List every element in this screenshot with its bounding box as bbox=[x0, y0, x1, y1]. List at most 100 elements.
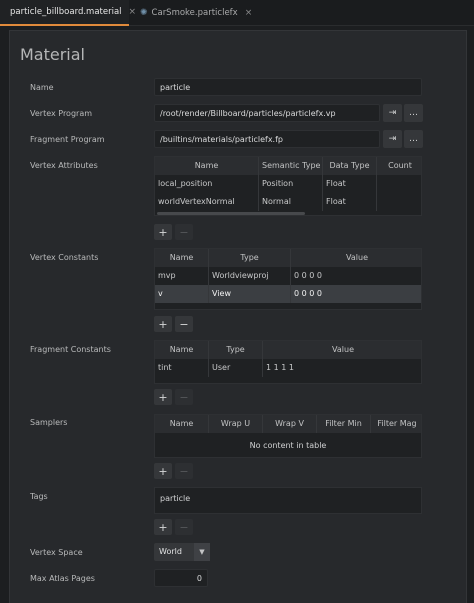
remove-vertex-attribute-button[interactable]: − bbox=[175, 224, 193, 240]
cell-semantic-type: Normal bbox=[259, 193, 323, 211]
jump-to-fragment-program-button[interactable]: ⇥ bbox=[383, 130, 402, 148]
vertex-space-label: Vertex Space bbox=[30, 548, 83, 557]
vertex-constants-table: Name Type Value mvp Worldviewproj 0 0 0 … bbox=[154, 248, 422, 310]
table-row[interactable]: mvp Worldviewproj 0 0 0 0 bbox=[155, 267, 421, 285]
close-icon[interactable]: × bbox=[245, 8, 253, 18]
plus-icon: + bbox=[158, 390, 168, 404]
table-row[interactable]: local_position Position Float bbox=[155, 175, 421, 193]
minus-icon: − bbox=[179, 390, 189, 404]
samplers-label: Samplers bbox=[30, 418, 68, 427]
vertex-attributes-table: Name Semantic Type Data Type Count local… bbox=[154, 156, 422, 216]
add-vertex-attribute-button[interactable]: + bbox=[154, 224, 172, 240]
name-label: Name bbox=[30, 83, 54, 92]
vertex-constants-label: Vertex Constants bbox=[30, 253, 99, 262]
cell-type: Worldviewproj bbox=[209, 267, 291, 285]
table-header: Name Type Value bbox=[155, 341, 421, 359]
jump-icon: ⇥ bbox=[388, 134, 397, 144]
fragment-constants-label: Fragment Constants bbox=[30, 345, 111, 354]
jump-to-vertex-program-button[interactable]: ⇥ bbox=[383, 104, 402, 122]
table-header: Name Wrap U Wrap V Filter Min Filter Mag bbox=[155, 415, 421, 433]
tab-label: CarSmoke.particlefx bbox=[151, 8, 238, 18]
cell-value: 0 0 0 0 bbox=[294, 289, 322, 298]
vertex-attributes-label: Vertex Attributes bbox=[30, 161, 98, 170]
ellipsis-icon: … bbox=[409, 134, 418, 144]
column-header-wrap-v[interactable]: Wrap V bbox=[263, 415, 317, 433]
column-header-name[interactable]: Name bbox=[155, 157, 259, 175]
column-header-filter-min[interactable]: Filter Min bbox=[317, 415, 371, 433]
column-header-value[interactable]: Value bbox=[263, 341, 423, 359]
vertex-space-select[interactable]: World ▼ bbox=[154, 543, 210, 561]
tab-carsmoke-particlefx[interactable]: ✺ CarSmoke.particlefx × bbox=[134, 0, 252, 26]
table-header: Name Semantic Type Data Type Count bbox=[155, 157, 421, 175]
cell-name: mvp bbox=[155, 267, 209, 285]
remove-vertex-constant-button[interactable]: − bbox=[175, 316, 193, 332]
minus-icon: − bbox=[179, 464, 189, 478]
fragment-program-field[interactable]: /builtins/materials/particlefx.fp bbox=[154, 130, 380, 148]
tags-list: particle bbox=[154, 487, 422, 514]
cell-value: 0 0 0 0 bbox=[294, 271, 322, 280]
minus-icon: − bbox=[179, 225, 189, 239]
cell-data-type: Float bbox=[323, 193, 377, 211]
empty-table-message: No content in table bbox=[249, 441, 327, 450]
samplers-table: Name Wrap U Wrap V Filter Min Filter Mag… bbox=[154, 414, 422, 458]
table-header: Name Type Value bbox=[155, 249, 421, 267]
cell-semantic-type: Position bbox=[259, 175, 323, 193]
vertex-program-field[interactable]: /root/render/Billboard/particles/particl… bbox=[154, 104, 380, 122]
remove-tag-button[interactable]: − bbox=[175, 519, 193, 535]
minus-icon: − bbox=[179, 520, 189, 534]
fragment-program-label: Fragment Program bbox=[30, 135, 105, 144]
column-header-value[interactable]: Value bbox=[291, 249, 423, 267]
add-tag-button[interactable]: + bbox=[154, 519, 172, 535]
material-panel: Material Name particle Vertex Program /r… bbox=[9, 30, 467, 603]
page-title: Material bbox=[20, 45, 85, 64]
cell-count bbox=[377, 193, 423, 211]
tags-label: Tags bbox=[30, 492, 48, 501]
chevron-down-icon: ▼ bbox=[194, 543, 210, 561]
cell-value: 1 1 1 1 bbox=[266, 363, 294, 372]
browse-vertex-program-button[interactable]: … bbox=[404, 104, 423, 122]
list-item[interactable]: particle bbox=[160, 494, 190, 503]
tab-label: particle_billboard.material bbox=[10, 7, 122, 17]
browse-fragment-program-button[interactable]: … bbox=[404, 130, 423, 148]
cell-type: User bbox=[209, 359, 263, 377]
cell-name: local_position bbox=[155, 175, 259, 193]
column-header-type[interactable]: Type bbox=[209, 341, 263, 359]
column-header-type[interactable]: Type bbox=[209, 249, 291, 267]
plus-icon: + bbox=[158, 317, 168, 331]
particlefx-icon: ✺ bbox=[140, 8, 148, 18]
column-header-wrap-u[interactable]: Wrap U bbox=[209, 415, 263, 433]
column-header-name[interactable]: Name bbox=[155, 249, 209, 267]
cell-name: worldVertexNormal bbox=[155, 193, 259, 211]
add-vertex-constant-button[interactable]: + bbox=[154, 316, 172, 332]
remove-sampler-button[interactable]: − bbox=[175, 463, 193, 479]
horizontal-scrollbar[interactable] bbox=[157, 212, 305, 215]
table-row[interactable]: worldVertexNormal Normal Float bbox=[155, 193, 421, 211]
column-header-name[interactable]: Name bbox=[155, 415, 209, 433]
tab-bar: particle_billboard.material × ✺ CarSmoke… bbox=[0, 0, 474, 26]
max-atlas-pages-field[interactable]: 0 bbox=[154, 569, 208, 587]
column-header-filter-mag[interactable]: Filter Mag bbox=[371, 415, 423, 433]
column-header-name[interactable]: Name bbox=[155, 341, 209, 359]
ellipsis-icon: … bbox=[409, 108, 418, 118]
cell-data-type: Float bbox=[323, 175, 377, 193]
column-header-semantic-type[interactable]: Semantic Type bbox=[259, 157, 323, 175]
cell-name: v bbox=[155, 285, 209, 303]
cell-type: View bbox=[209, 285, 291, 303]
vertex-program-label: Vertex Program bbox=[30, 109, 93, 118]
add-sampler-button[interactable]: + bbox=[154, 463, 172, 479]
column-header-count[interactable]: Count bbox=[377, 157, 423, 175]
table-row[interactable]: tint User 1 1 1 1 bbox=[155, 359, 421, 377]
minus-icon: − bbox=[179, 317, 189, 331]
remove-fragment-constant-button[interactable]: − bbox=[175, 389, 193, 405]
plus-icon: + bbox=[158, 225, 168, 239]
add-fragment-constant-button[interactable]: + bbox=[154, 389, 172, 405]
tab-particle-billboard-material[interactable]: particle_billboard.material × bbox=[0, 0, 136, 26]
table-row-selected[interactable]: v View 0 0 0 0 bbox=[155, 285, 421, 303]
cell-count bbox=[377, 175, 423, 193]
column-header-data-type[interactable]: Data Type bbox=[323, 157, 377, 175]
select-value: World bbox=[159, 547, 182, 556]
name-field[interactable]: particle bbox=[154, 78, 422, 96]
plus-icon: + bbox=[158, 464, 168, 478]
jump-icon: ⇥ bbox=[388, 108, 397, 118]
fragment-constants-table: Name Type Value tint User 1 1 1 1 bbox=[154, 340, 422, 384]
